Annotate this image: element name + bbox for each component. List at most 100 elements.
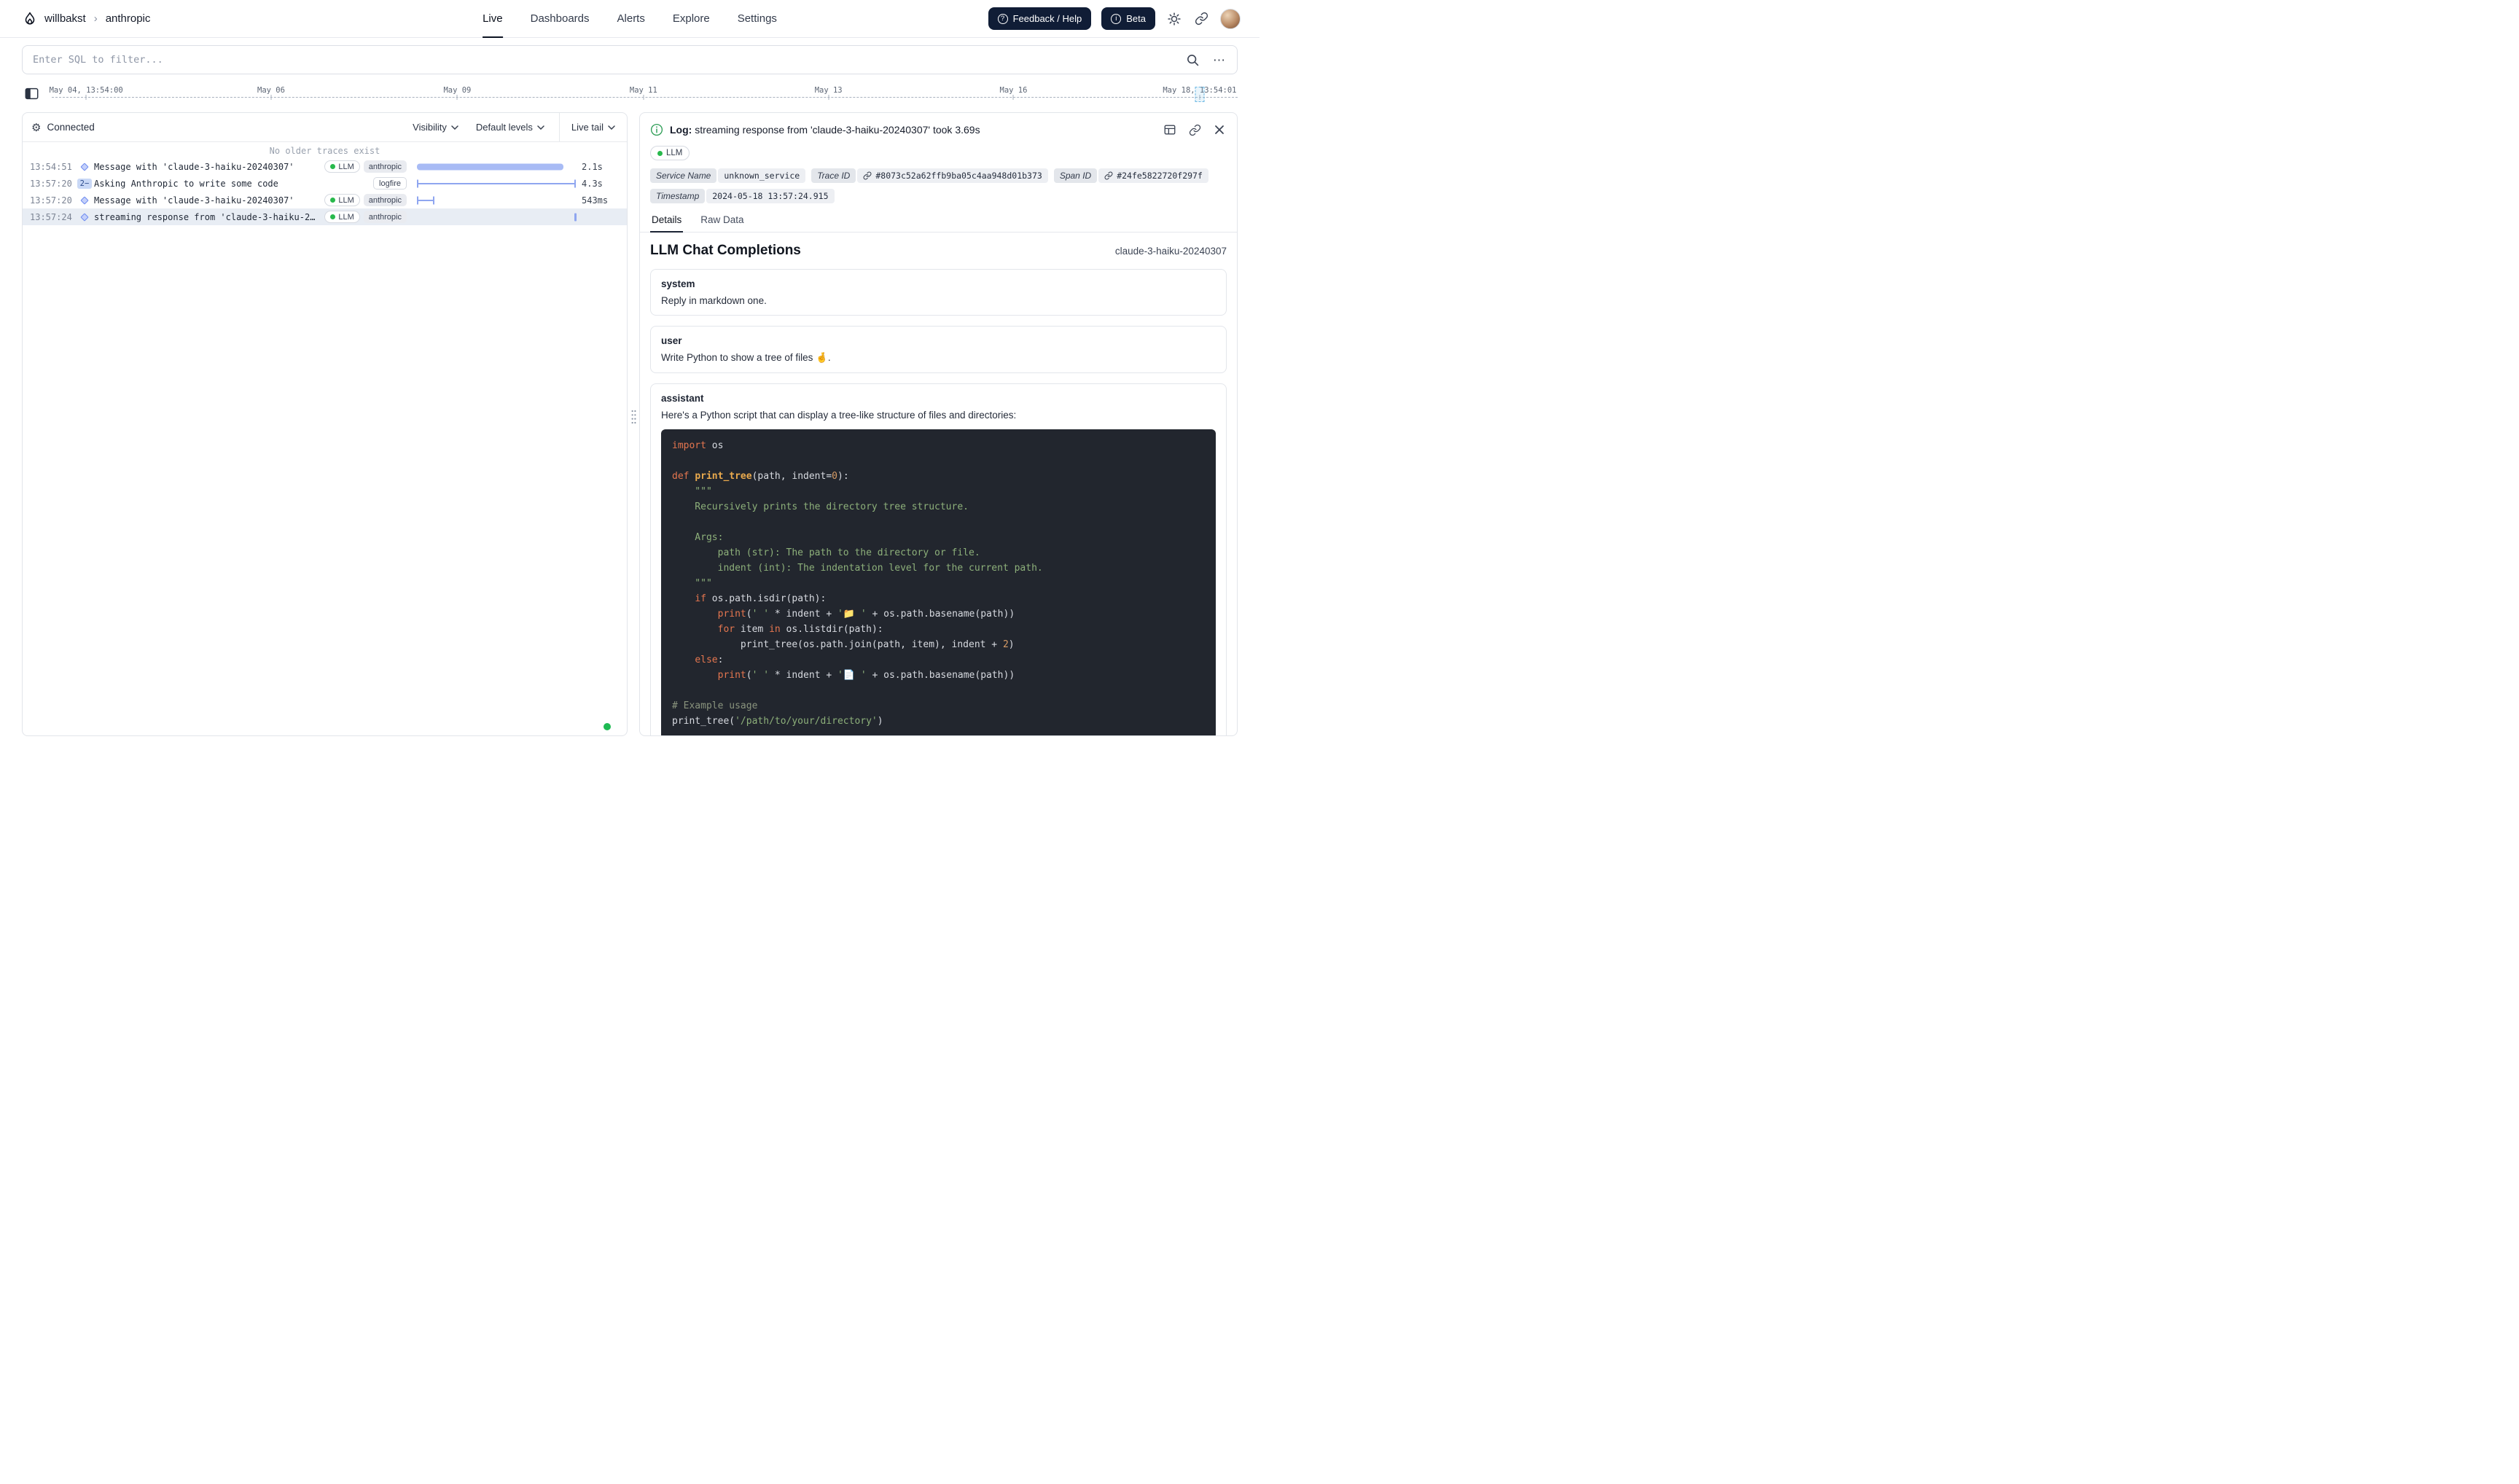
close-icon — [1214, 124, 1225, 136]
trace-list: 13:54:51Message with 'claude-3-haiku-202… — [23, 158, 627, 735]
attribute-row: Service Nameunknown_service Trace ID#8073… — [640, 160, 1237, 183]
attribute-value[interactable]: unknown_service — [718, 168, 805, 183]
trace-row[interactable]: 13:57:20Message with 'claude-3-haiku-202… — [23, 192, 627, 208]
tab-explore[interactable]: Explore — [673, 0, 710, 37]
code-line: indent (int): The indentation level for … — [661, 561, 1216, 576]
timeline-label: May 09 — [443, 86, 471, 95]
tab-dashboards[interactable]: Dashboards — [531, 0, 590, 37]
ellipsis-icon: ⋯ — [1213, 54, 1225, 66]
detail-tab-raw-data[interactable]: Raw Data — [699, 211, 745, 232]
collapse-badge[interactable]: 2− — [77, 179, 93, 189]
message-card-assistant: assistantHere's a Python script that can… — [650, 383, 1227, 735]
connection-status-label: Connected — [47, 122, 94, 133]
trace-duration: 4.3s — [582, 179, 620, 189]
more-options-button[interactable]: ⋯ — [1211, 52, 1227, 68]
chip-label: LLM — [338, 163, 354, 171]
gear-icon[interactable]: ⚙ — [31, 121, 41, 134]
table-layout-icon — [1163, 123, 1176, 136]
layout-view-button[interactable] — [1162, 122, 1178, 138]
tab-live[interactable]: Live — [483, 0, 503, 37]
live-tail-label: Live tail — [571, 122, 604, 133]
timeline-label: May 04, 13:54:00 — [50, 86, 123, 95]
user-avatar[interactable] — [1220, 9, 1241, 29]
trace-row[interactable]: 13:57:24streaming response from 'claude-… — [23, 208, 627, 225]
trace-row[interactable]: 13:57:202−Asking Anthropic to write some… — [23, 175, 627, 192]
visibility-dropdown[interactable]: Visibility — [413, 122, 458, 133]
trace-chips: LLManthropic — [324, 194, 407, 206]
default-levels-dropdown[interactable]: Default levels — [476, 122, 544, 133]
llm-chip: LLM — [650, 146, 690, 160]
timeline-track[interactable]: May 04, 13:54:00May 06May 09May 11May 13… — [52, 81, 1238, 106]
chevron-down-icon — [608, 125, 615, 130]
code-line: # Example usage — [661, 698, 1216, 714]
panel-resizer[interactable] — [628, 112, 639, 736]
code-line: for item in os.listdir(path): — [661, 622, 1216, 637]
code-line: """ — [661, 576, 1216, 591]
breadcrumb-separator: › — [94, 12, 98, 25]
code-line: print_tree('/path/to/your/directory') — [661, 714, 1216, 729]
tab-settings[interactable]: Settings — [738, 0, 777, 37]
message-text: Reply in markdown one. — [661, 295, 1216, 306]
close-panel-button[interactable] — [1212, 122, 1227, 137]
attribute-value[interactable]: #8073c52a62ffb9ba05c4aa948d01b373 — [857, 168, 1047, 183]
breadcrumb-project[interactable]: anthropic — [106, 12, 151, 25]
trace-bar-area — [417, 158, 576, 175]
trace-icon-cell — [77, 214, 93, 220]
beta-button[interactable]: i Beta — [1101, 7, 1155, 30]
copy-link-button[interactable] — [1187, 122, 1203, 138]
sidebar-toggle-button[interactable] — [22, 85, 42, 103]
link-icon — [1189, 124, 1201, 136]
trace-label: Asking Anthropic to write some code — [94, 179, 367, 189]
theme-toggle-button[interactable] — [1165, 10, 1183, 28]
log-title: Log: streaming response from 'claude-3-h… — [670, 124, 1155, 136]
llm-chip-label: LLM — [666, 149, 682, 157]
trace-label: streaming response from 'claude-3-haiku-… — [94, 212, 319, 222]
search-icon — [1186, 53, 1200, 67]
detail-tab-details[interactable]: Details — [650, 211, 683, 232]
trace-time: 13:57:20 — [30, 179, 77, 189]
logfire-logo-icon[interactable] — [22, 11, 38, 27]
sql-filter-input[interactable] — [33, 54, 1184, 66]
feedback-help-button[interactable]: ? Feedback / Help — [988, 7, 1092, 30]
chip-anthropic: anthropic — [364, 211, 407, 223]
message-role: user — [661, 335, 1216, 346]
attribute-value[interactable]: #24fe5822720f297f — [1098, 168, 1208, 183]
chip-llm: LLM — [324, 160, 359, 173]
attribute-label: Service Name — [650, 168, 716, 183]
tab-alerts[interactable]: Alerts — [617, 0, 645, 37]
section-title: LLM Chat Completions — [650, 243, 801, 259]
code-line: Recursively prints the directory tree st… — [661, 499, 1216, 515]
timeline-label: May 11 — [630, 86, 657, 95]
code-line: else: — [661, 652, 1216, 668]
timestamp-row: Timestamp 2024-05-18 13:57:24.915 — [640, 183, 1237, 203]
message-role: system — [661, 278, 1216, 289]
timeline-selection[interactable] — [1195, 87, 1204, 102]
detail-tabs: Details Raw Data — [640, 211, 1237, 233]
nav-tabs: Live Dashboards Alerts Explore Settings — [483, 0, 777, 37]
trace-row[interactable]: 13:54:51Message with 'claude-3-haiku-202… — [23, 158, 627, 175]
attribute: Service Nameunknown_service — [650, 168, 805, 183]
trace-icon-cell — [77, 198, 93, 203]
chip-label: anthropic — [369, 163, 402, 171]
timeline-tick — [86, 95, 87, 100]
visibility-label: Visibility — [413, 122, 447, 133]
share-link-button[interactable] — [1193, 10, 1210, 27]
main-content: ⚙ Connected Visibility Default levels Li… — [22, 112, 1238, 736]
chip-label: LLM — [338, 213, 354, 222]
message-card-system: system Reply in markdown one. — [650, 269, 1227, 316]
code-line: path (str): The path to the directory or… — [661, 545, 1216, 561]
trace-duration-bar — [417, 163, 563, 170]
trace-duration-bar — [574, 213, 577, 221]
code-line — [661, 683, 1216, 698]
search-button[interactable] — [1184, 52, 1201, 69]
chip-anthropic: anthropic — [364, 160, 407, 173]
attribute: Trace ID#8073c52a62ffb9ba05c4aa948d01b37… — [811, 168, 1048, 183]
timeline-tick — [457, 95, 458, 100]
live-tail-dropdown[interactable]: Live tail — [559, 113, 627, 141]
breadcrumb-org[interactable]: willbakst — [44, 12, 86, 25]
trace-time: 13:57:20 — [30, 195, 77, 206]
timestamp-value: 2024-05-18 13:57:24.915 — [706, 189, 834, 203]
chip-label: anthropic — [369, 196, 402, 205]
code-line: print_tree(os.path.join(path, item), ind… — [661, 637, 1216, 652]
breadcrumb: willbakst › anthropic — [22, 11, 150, 27]
